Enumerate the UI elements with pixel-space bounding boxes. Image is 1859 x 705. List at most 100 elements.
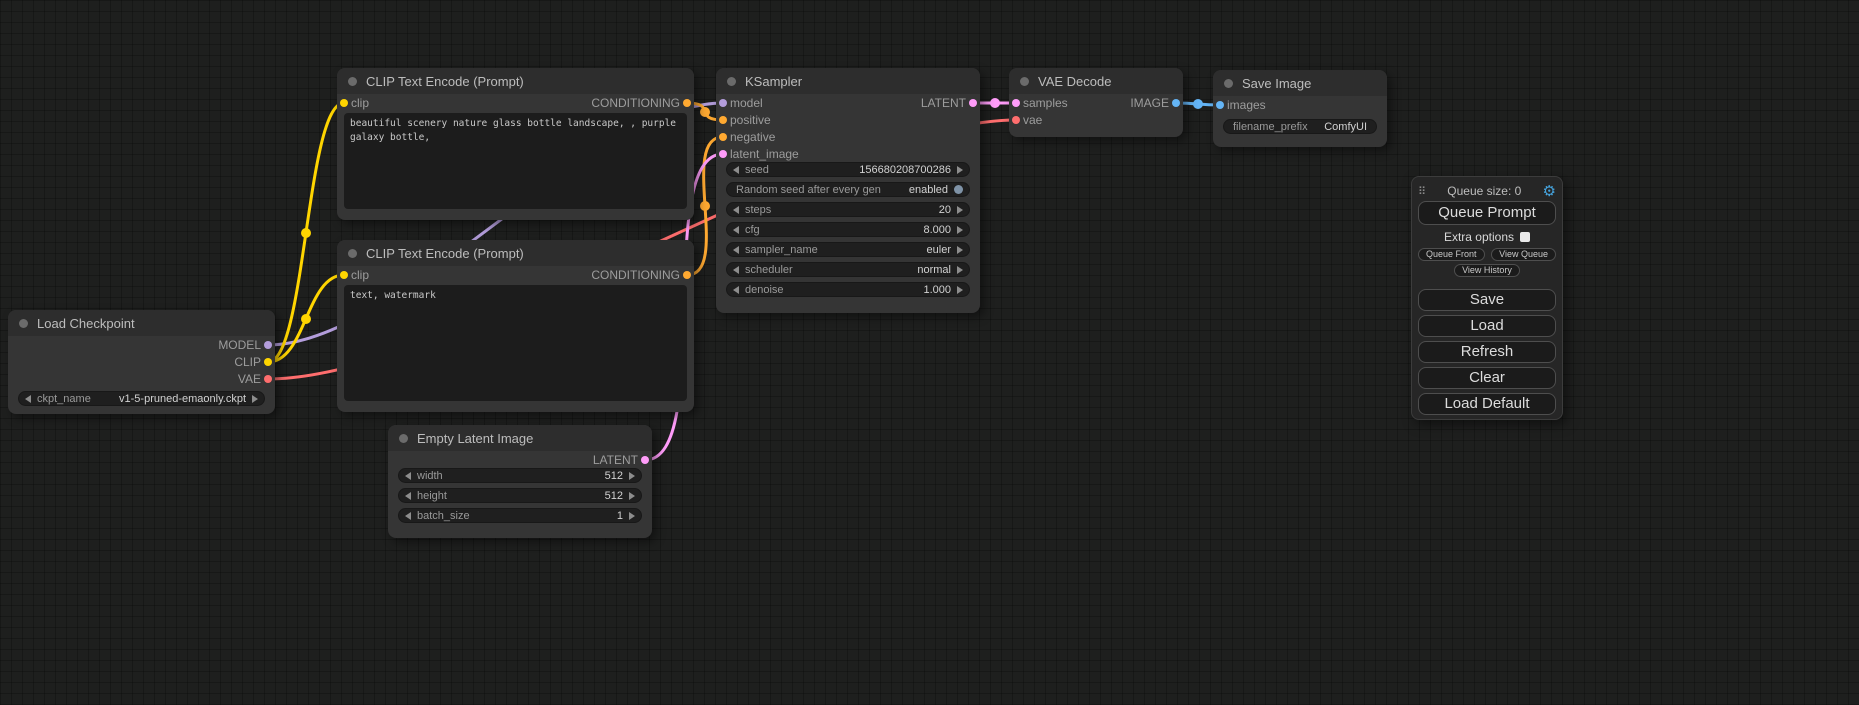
- widget-name: seed: [745, 164, 769, 176]
- collapse-dot-icon[interactable]: [19, 319, 28, 328]
- input-dot-vae[interactable]: [1012, 116, 1020, 124]
- collapse-dot-icon[interactable]: [348, 77, 357, 86]
- clear-button[interactable]: Clear: [1418, 367, 1556, 389]
- node-title: VAE Decode: [1038, 74, 1111, 89]
- increment-arrow-icon[interactable]: [957, 206, 963, 214]
- widget-width[interactable]: width 512: [398, 468, 642, 483]
- input-dot-images[interactable]: [1216, 101, 1224, 109]
- queue-size-label: Queue size: 0: [1426, 184, 1542, 198]
- negative-prompt-textarea[interactable]: text, watermark: [344, 285, 687, 401]
- increment-arrow-icon[interactable]: [252, 395, 258, 403]
- output-dot-clip[interactable]: [264, 358, 272, 366]
- output-dot-vae[interactable]: [264, 375, 272, 383]
- collapse-dot-icon[interactable]: [1020, 77, 1029, 86]
- widget-scheduler[interactable]: scheduler normal: [726, 262, 970, 277]
- decrement-arrow-icon[interactable]: [405, 492, 411, 500]
- extra-options-checkbox[interactable]: [1520, 232, 1530, 242]
- input-dot-model[interactable]: [719, 99, 727, 107]
- node-save-image[interactable]: Save Image images filename_prefix ComfyU…: [1213, 70, 1387, 147]
- comfyui-canvas[interactable]: { "colors": { "model": "#B39DDB", "clip"…: [0, 0, 1859, 705]
- decrement-arrow-icon[interactable]: [405, 472, 411, 480]
- widget-filename-prefix[interactable]: filename_prefix ComfyUI: [1223, 119, 1377, 134]
- collapse-dot-icon[interactable]: [348, 249, 357, 258]
- input-dot-latent-image[interactable]: [719, 150, 727, 158]
- widget-random-seed-toggle[interactable]: Random seed after every gen enabled: [726, 182, 970, 197]
- decrement-arrow-icon[interactable]: [405, 512, 411, 520]
- widget-batch-size[interactable]: batch_size 1: [398, 508, 642, 523]
- settings-gear-icon[interactable]: ⚙: [1543, 184, 1556, 199]
- node-load-checkpoint[interactable]: Load Checkpoint MODEL CLIP VAE ckpt_name…: [8, 310, 275, 414]
- view-history-button[interactable]: View History: [1454, 264, 1520, 277]
- decrement-arrow-icon[interactable]: [733, 166, 739, 174]
- refresh-button[interactable]: Refresh: [1418, 341, 1556, 363]
- decrement-arrow-icon[interactable]: [733, 266, 739, 274]
- widget-name: cfg: [745, 224, 760, 236]
- output-dot-latent[interactable]: [641, 456, 649, 464]
- node-clip-text-encode-negative[interactable]: CLIP Text Encode (Prompt) clip CONDITION…: [337, 240, 694, 412]
- increment-arrow-icon[interactable]: [629, 472, 635, 480]
- output-dot-conditioning[interactable]: [683, 99, 691, 107]
- increment-arrow-icon[interactable]: [957, 266, 963, 274]
- node-title-bar[interactable]: KSampler: [716, 68, 980, 94]
- decrement-arrow-icon[interactable]: [733, 286, 739, 294]
- collapse-dot-icon[interactable]: [1224, 79, 1233, 88]
- link-dot-clip-positive: [301, 228, 311, 238]
- toggle-indicator-icon[interactable]: [954, 185, 963, 194]
- node-empty-latent-image[interactable]: Empty Latent Image LATENT width 512 heig…: [388, 425, 652, 538]
- widget-steps[interactable]: steps 20: [726, 202, 970, 217]
- save-button[interactable]: Save: [1418, 289, 1556, 311]
- queue-prompt-button[interactable]: Queue Prompt: [1418, 201, 1556, 225]
- node-clip-text-encode-positive[interactable]: CLIP Text Encode (Prompt) clip CONDITION…: [337, 68, 694, 220]
- increment-arrow-icon[interactable]: [629, 512, 635, 520]
- widget-cfg[interactable]: cfg 8.000: [726, 222, 970, 237]
- load-button[interactable]: Load: [1418, 315, 1556, 337]
- decrement-arrow-icon[interactable]: [733, 206, 739, 214]
- widget-value: 156680208700286: [859, 164, 951, 176]
- widget-value: 20: [939, 204, 951, 216]
- queue-front-button[interactable]: Queue Front: [1418, 248, 1485, 261]
- increment-arrow-icon[interactable]: [957, 286, 963, 294]
- node-title-bar[interactable]: Save Image: [1213, 70, 1387, 96]
- increment-arrow-icon[interactable]: [957, 166, 963, 174]
- node-title-bar[interactable]: CLIP Text Encode (Prompt): [337, 240, 694, 266]
- decrement-arrow-icon[interactable]: [733, 246, 739, 254]
- input-dot-clip[interactable]: [340, 271, 348, 279]
- node-title: Save Image: [1242, 76, 1311, 91]
- widget-seed[interactable]: seed 156680208700286: [726, 162, 970, 177]
- increment-arrow-icon[interactable]: [957, 226, 963, 234]
- load-default-button[interactable]: Load Default: [1418, 393, 1556, 415]
- node-title-bar[interactable]: Load Checkpoint: [8, 310, 275, 336]
- node-title-bar[interactable]: Empty Latent Image: [388, 425, 652, 451]
- drag-handle-icon[interactable]: ⠿: [1418, 185, 1426, 198]
- output-dot-image[interactable]: [1172, 99, 1180, 107]
- collapse-dot-icon[interactable]: [399, 434, 408, 443]
- node-title-bar[interactable]: CLIP Text Encode (Prompt): [337, 68, 694, 94]
- node-ksampler[interactable]: KSampler model LATENT positive negative …: [716, 68, 980, 313]
- decrement-arrow-icon[interactable]: [733, 226, 739, 234]
- widget-denoise[interactable]: denoise 1.000: [726, 282, 970, 297]
- input-dot-samples[interactable]: [1012, 99, 1020, 107]
- increment-arrow-icon[interactable]: [957, 246, 963, 254]
- decrement-arrow-icon[interactable]: [25, 395, 31, 403]
- node-vae-decode[interactable]: VAE Decode samples IMAGE vae: [1009, 68, 1183, 137]
- collapse-dot-icon[interactable]: [727, 77, 736, 86]
- widget-name: ckpt_name: [37, 393, 91, 405]
- output-dot-conditioning[interactable]: [683, 271, 691, 279]
- widget-sampler-name[interactable]: sampler_name euler: [726, 242, 970, 257]
- slot-label: clip: [351, 268, 369, 282]
- output-dot-model[interactable]: [264, 341, 272, 349]
- output-dot-latent[interactable]: [969, 99, 977, 107]
- node-title-bar[interactable]: VAE Decode: [1009, 68, 1183, 94]
- input-dot-negative[interactable]: [719, 133, 727, 141]
- output-slot-vae: VAE: [8, 370, 275, 387]
- widget-height[interactable]: height 512: [398, 488, 642, 503]
- input-dot-clip[interactable]: [340, 99, 348, 107]
- comfy-menu-panel: ⠿ Queue size: 0 ⚙ Queue Prompt Extra opt…: [1411, 176, 1563, 420]
- widget-ckpt-name[interactable]: ckpt_name v1-5-pruned-emaonly.ckpt: [18, 391, 265, 406]
- node-title: CLIP Text Encode (Prompt): [366, 74, 524, 89]
- view-queue-button[interactable]: View Queue: [1491, 248, 1556, 261]
- increment-arrow-icon[interactable]: [629, 492, 635, 500]
- positive-prompt-textarea[interactable]: beautiful scenery nature glass bottle la…: [344, 113, 687, 209]
- wire-clip-positive: [268, 103, 344, 362]
- input-dot-positive[interactable]: [719, 116, 727, 124]
